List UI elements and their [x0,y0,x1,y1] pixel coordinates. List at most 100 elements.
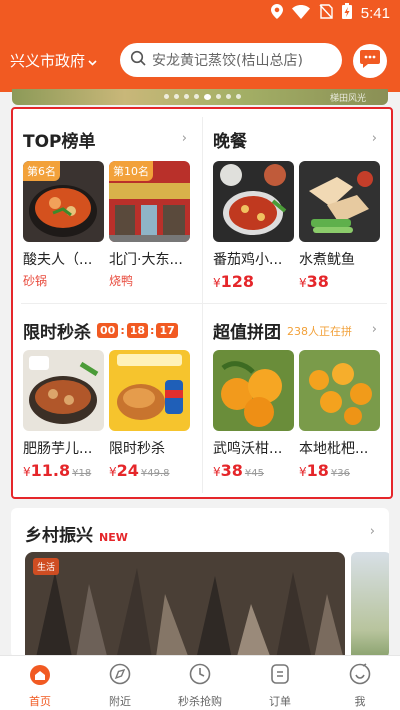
carousel-dot[interactable] [204,94,211,100]
product-name: 北门·大东... [109,252,183,268]
nav-profile[interactable]: 我 [320,656,400,710]
profile-icon [348,662,372,690]
arrow-right-icon: › [371,131,377,146]
timer-separator: : [150,324,155,337]
price-value: 38 [220,461,243,480]
product-image[interactable] [23,350,104,431]
product-name: 酸夫人（... [23,252,93,268]
no-sim-icon [319,3,333,23]
nav-home[interactable]: 首页 [0,656,80,710]
rural-product-image[interactable] [351,552,389,658]
top-ranking-section[interactable]: TOP榜单 › 第6名 第10名 酸夫人（... 北门·大东... 砂锅 烧鸭 [13,109,201,303]
message-button[interactable] [353,44,387,78]
banner-carousel[interactable]: 梯田风光 [12,89,388,105]
original-price-value: 36 [337,468,351,479]
flash-sale-section[interactable]: 限时秒杀 00 : 18 : 17 肥肠芋儿... 限时秒杀 ¥11.8 ¥18 … [13,304,201,498]
location-icon [270,3,283,23]
chat-bubble-icon [359,49,381,73]
arrow-right-icon: › [369,524,375,539]
group-count-badge: 238人正在拼 [287,324,352,338]
section-title-text: 乡村振兴 [25,526,93,546]
carousel-dot[interactable] [194,94,199,99]
nav-label: 订单 [269,695,291,708]
product-name: 本地枇杷... [299,441,369,457]
chevron-down-icon [88,52,97,70]
section-title: 超值拼团 238人正在拼 [213,318,352,343]
nav-label: 秒杀抢购 [178,695,222,708]
section-title: 晚餐 [213,132,247,152]
product-name: 番茄鸡小... [213,252,283,268]
original-price: ¥49.8 [141,468,170,479]
dinner-section[interactable]: 晚餐 › 番茄鸡小... 水煮鱿鱼 ¥128 ¥38 [203,109,391,303]
arrow-right-icon: › [181,131,187,146]
product-image[interactable]: 第10名 [109,161,190,242]
original-price-value: 18 [78,468,92,479]
product-image[interactable]: 第6名 [23,161,104,242]
product-name: 武鸣沃柑... [213,441,283,457]
product-name: 限时秒杀 [109,441,165,457]
search-icon [130,50,146,70]
original-price-value: 49.8 [147,468,170,479]
carousel-dot[interactable] [164,94,169,99]
carousel-dot[interactable] [226,94,231,99]
banner-caption: 梯田风光 [329,94,366,104]
product-price: ¥11.8 ¥18 [23,461,91,480]
product-image[interactable] [213,161,294,242]
product-price: ¥18 ¥36 [299,461,350,480]
original-price: ¥36 [331,468,350,479]
product-image[interactable] [213,350,294,431]
rank-badge: 第6名 [23,161,60,181]
status-time: 5:41 [360,4,390,22]
carousel-dot[interactable] [216,94,221,99]
status-icons: 5:41 [270,3,390,23]
product-name: 肥肠芋儿... [23,441,93,457]
city-selector[interactable]: 兴义市政府 [10,50,97,71]
bottom-nav: 首页 附近 秒杀抢购 订单 我 [0,655,400,710]
rural-product-image[interactable]: 生活 [25,552,345,658]
search-bar[interactable]: 安龙黄记蒸饺(桔山总店) [120,43,342,77]
nav-label: 我 [354,695,366,708]
product-price: ¥38 ¥45 [213,461,264,480]
wifi-icon [291,4,310,23]
product-price: ¥38 [299,272,329,291]
carousel-dot[interactable] [236,94,241,99]
nav-nearby[interactable]: 附近 [80,656,160,710]
rural-revitalization-section[interactable]: 乡村振兴 NEW › 生活 [11,508,389,658]
product-name: 水煮鱿鱼 [299,252,355,268]
nav-orders[interactable]: 订单 [240,656,320,710]
timer-seconds: 17 [156,323,178,338]
carousel-indicator [164,94,241,100]
product-image[interactable] [299,350,380,431]
nav-flash-sale[interactable]: 秒杀抢购 [160,656,240,710]
currency-symbol: ¥ [109,465,117,479]
product-price: ¥24 ¥49.8 [109,461,170,480]
price-value: 128 [220,272,255,291]
status-bar: 5:41 [0,0,400,26]
currency-symbol: ¥ [213,276,221,290]
compass-icon [108,662,132,690]
product-image[interactable] [299,161,380,242]
countdown-timer: 00 : 18 : 17 [97,323,178,338]
section-title: 限时秒杀 00 : 18 : 17 [23,318,178,343]
new-tag: NEW [99,531,128,544]
timer-hours: 00 [97,323,119,338]
section-title-text: 限时秒杀 [23,323,91,343]
currency-symbol: ¥ [213,465,221,479]
product-category: 砂锅 [23,274,48,288]
product-image[interactable] [109,350,190,431]
clock-icon [188,662,212,690]
carousel-dot[interactable] [184,94,189,99]
carousel-dot[interactable] [174,94,179,99]
city-label: 兴义市政府 [10,52,86,70]
timer-separator: : [120,324,125,337]
header: 兴义市政府 安龙黄记蒸饺(桔山总店) [0,26,400,92]
group-buy-section[interactable]: 超值拼团 238人正在拼 › 武鸣沃柑... 本地枇杷... ¥38 ¥45 ¥1… [203,304,391,498]
price-value: 24 [116,461,139,480]
search-input[interactable]: 安龙黄记蒸饺(桔山总店) [152,50,303,70]
section-title: TOP榜单 [23,132,96,152]
currency-symbol: ¥ [23,465,31,479]
nav-label: 首页 [29,695,51,708]
currency-symbol: ¥ [299,465,307,479]
price-value: 18 [306,461,329,480]
original-price-value: 45 [251,468,265,479]
